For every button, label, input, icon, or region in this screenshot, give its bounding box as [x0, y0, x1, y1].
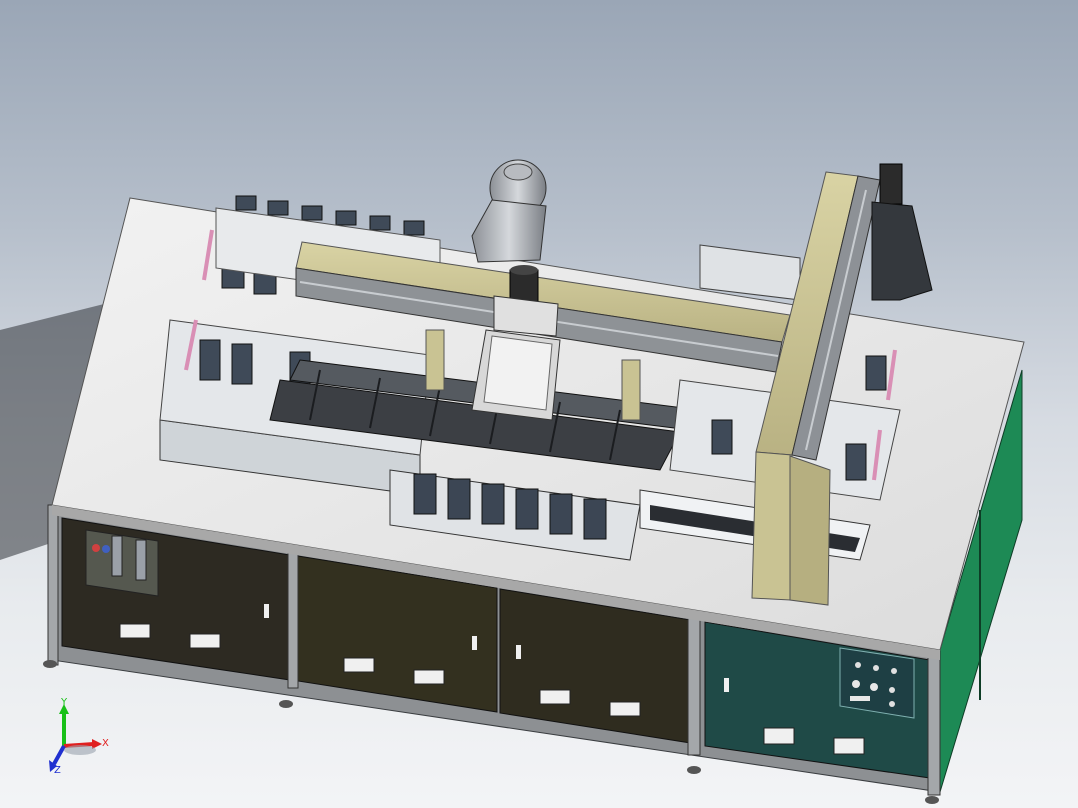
z-axis-label: Z [54, 765, 61, 776]
model-viewport[interactable]: Y X Z [0, 0, 1078, 808]
x-axis-label: X [102, 738, 109, 749]
y-axis-label: Y [61, 697, 68, 708]
coordinate-triad: Y X Z [40, 698, 120, 788]
robot-arm-icon [471, 159, 547, 263]
y-axis-arrow [59, 704, 69, 746]
control-panel-icon[interactable] [839, 647, 915, 719]
pneumatic-filter-icon [85, 529, 159, 597]
machine-model[interactable] [0, 0, 1078, 808]
